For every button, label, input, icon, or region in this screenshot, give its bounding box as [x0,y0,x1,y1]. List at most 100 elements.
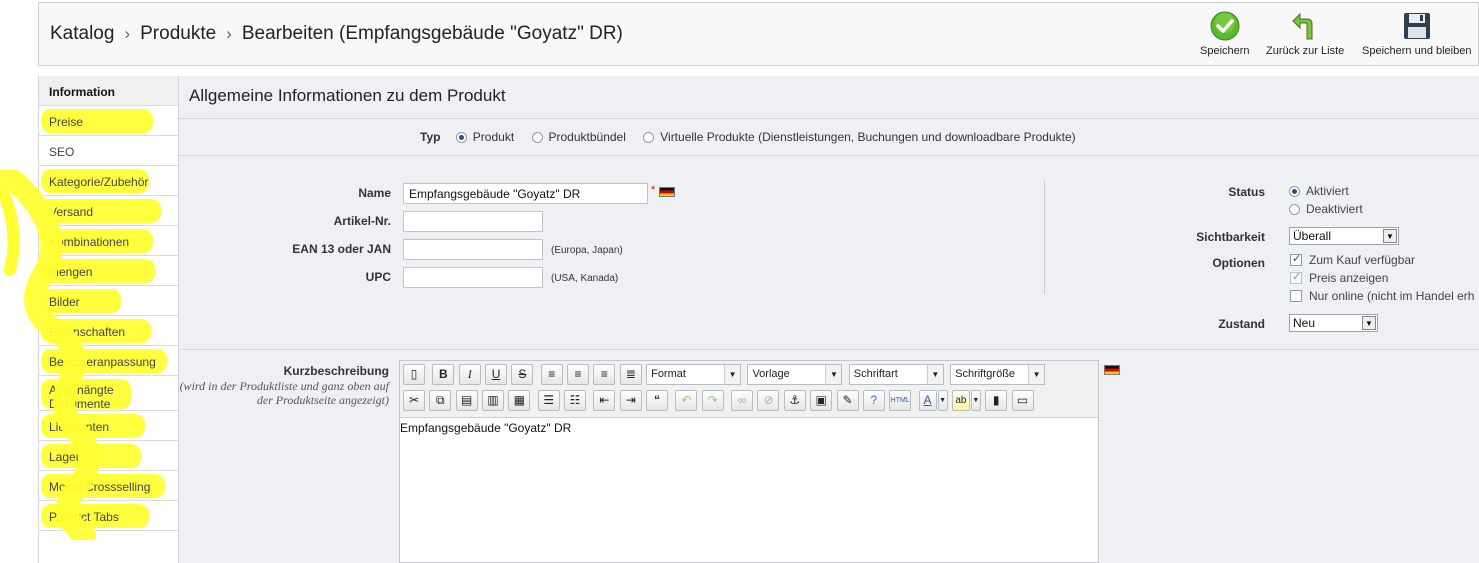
chevron-down-icon[interactable]: ▼ [970,390,981,411]
condition-label: Zustand [1218,317,1265,331]
anchor-icon[interactable]: ⚓ [783,390,806,411]
sidebar-item-shipping[interactable]: Versand [39,196,178,226]
underline-icon[interactable]: U [485,364,508,385]
paste-text-icon[interactable]: ▥ [482,390,505,411]
sidebar-item-label: SEO [49,145,75,159]
divider [179,155,1479,156]
paste-icon[interactable]: ▤ [455,390,478,411]
sidebar-item-product-tabs[interactable]: Product Tabs [39,501,178,531]
type-radio-bundle[interactable] [531,132,543,143]
status-option-disabled[interactable]: Deaktiviert [1287,202,1363,216]
sidebar-item-suppliers[interactable]: Lieferanten [39,411,178,441]
sidebar-item-images[interactable]: Bilder [39,286,178,316]
type-radio-virtual[interactable] [643,132,655,143]
sidebar-item-label: Benutzeranpassung [49,355,156,369]
sidebar-item-label: Lieferanten [49,420,110,434]
ean-input[interactable] [403,239,543,260]
align-right-icon[interactable]: ≡ [593,364,616,385]
highlight-color-icon[interactable]: ab [951,390,970,411]
redo-icon[interactable]: ↷ [701,390,724,411]
copy-icon[interactable]: ⧉ [429,390,452,411]
sidebar-item-label: Information [49,85,115,99]
chevron-down-icon: ▼ [724,365,741,384]
indent-icon[interactable]: ⇥ [619,390,642,411]
back-to-list-button[interactable]: Zurück zur Liste [1266,11,1344,57]
font-size-select[interactable]: Schriftgröße ▼ [950,364,1046,385]
sidebar-item-attachments[interactable]: Angehängte Dokumente [39,376,178,411]
sidebar-item-quantities[interactable]: Mengen [39,256,178,286]
required-mark: * [651,184,656,196]
option-show-price[interactable]: Preis anzeigen [1290,270,1388,285]
checkbox[interactable] [1290,270,1302,284]
type-option-label: Virtuelle Produkte (Dienstleistungen, Bu… [660,130,1076,144]
status-label: Status [1228,185,1265,199]
status-option-label: Aktiviert [1306,184,1349,198]
numbered-list-icon[interactable]: ☷ [564,390,587,411]
german-flag-icon[interactable] [1104,365,1120,375]
type-radio-product[interactable] [455,132,467,143]
paste-word-icon[interactable]: ▦ [508,390,531,411]
sidebar-item-modal-crossselling[interactable]: Modal Crossselling [39,471,178,501]
help-icon[interactable]: ? [862,390,885,411]
back-to-list-label: Zurück zur Liste [1266,45,1345,57]
visibility-select[interactable]: Überall ▼ [1289,227,1399,245]
sidebar-item-prices[interactable]: Preise [39,106,178,136]
html-source-icon[interactable]: HTML [889,390,912,411]
undo-icon[interactable]: ↶ [675,390,698,411]
sidebar-item-customization[interactable]: Benutzeranpassung [39,346,178,376]
sidebar-item-categories[interactable]: Kategorie/Zubehör [39,166,178,196]
sidebar-item-information[interactable]: Information [39,76,178,106]
save-and-stay-button[interactable]: Speichern und bleiben [1362,11,1471,57]
checkbox[interactable] [1290,290,1302,302]
name-input[interactable] [403,183,648,204]
link-icon[interactable]: ∞ [731,390,754,411]
align-left-icon[interactable]: ≡ [540,364,563,385]
breadcrumb-products[interactable]: Produkte [140,23,216,44]
outdent-icon[interactable]: ⇤ [593,390,616,411]
main-panel: Allgemeine Informationen zu dem Produkt … [179,76,1479,563]
upc-label: UPC [365,270,391,284]
bold-icon[interactable]: B [432,364,455,385]
chevron-down-icon: ▼ [1362,316,1376,330]
option-online-only[interactable]: Nur online (nicht im Handel erh [1290,289,1474,303]
sku-input[interactable] [403,211,543,232]
status-option-enabled[interactable]: Aktiviert [1287,184,1349,198]
status-radio-disabled[interactable] [1289,204,1300,215]
checkbox[interactable] [1290,252,1302,266]
align-center-icon[interactable]: ≡ [567,364,590,385]
format-select-label: Format [651,368,686,380]
strikethrough-icon[interactable]: S [511,364,534,385]
image-icon[interactable]: ▣ [810,390,833,411]
text-color-icon[interactable]: A [918,390,937,411]
font-family-select[interactable]: Schriftart ▼ [848,364,944,385]
sidebar-item-features[interactable]: Eigenschaften [39,316,178,346]
option-available-for-order[interactable]: Zum Kauf verfügbar [1290,252,1415,267]
save-button[interactable]: Speichern [1200,11,1250,57]
condition-select[interactable]: Neu ▼ [1289,314,1378,332]
align-justify-icon[interactable]: ≣ [619,364,642,385]
chevron-down-icon[interactable]: ▼ [937,390,948,411]
cleanup-icon[interactable]: ✎ [836,390,859,411]
media-icon[interactable]: ▮ [985,390,1008,411]
blockquote-icon[interactable]: “ [646,390,669,411]
divider [179,349,1479,350]
chevron-down-icon: ▼ [926,365,943,384]
insert-field-icon[interactable]: ▭ [1011,390,1034,411]
cut-icon[interactable]: ✂ [403,390,425,411]
german-flag-icon[interactable] [659,187,675,197]
new-document-icon[interactable]: ▯ [403,364,425,385]
upc-input[interactable] [403,267,543,288]
sidebar-item-seo[interactable]: SEO [39,136,178,166]
bullet-list-icon[interactable]: ☰ [537,390,560,411]
sidebar-item-combinations[interactable]: Kombinationen [39,226,178,256]
breadcrumb: Katalog › Produkte › Bearbeiten (Empfangsgeb… [50,23,623,45]
status-radio-enabled[interactable] [1289,186,1300,197]
sidebar-item-warehouse[interactable]: Lager [39,441,178,471]
template-select[interactable]: Vorlage ▼ [747,364,843,385]
unlink-icon[interactable]: ⊘ [757,390,780,411]
editor-content-area[interactable]: Empfangsgebäude "Goyatz" DR [400,418,1098,435]
format-select[interactable]: Format ▼ [646,364,742,385]
breadcrumb-catalog[interactable]: Katalog [50,23,114,44]
italic-icon[interactable]: I [458,364,481,385]
type-option-label: Produkt [472,130,515,144]
